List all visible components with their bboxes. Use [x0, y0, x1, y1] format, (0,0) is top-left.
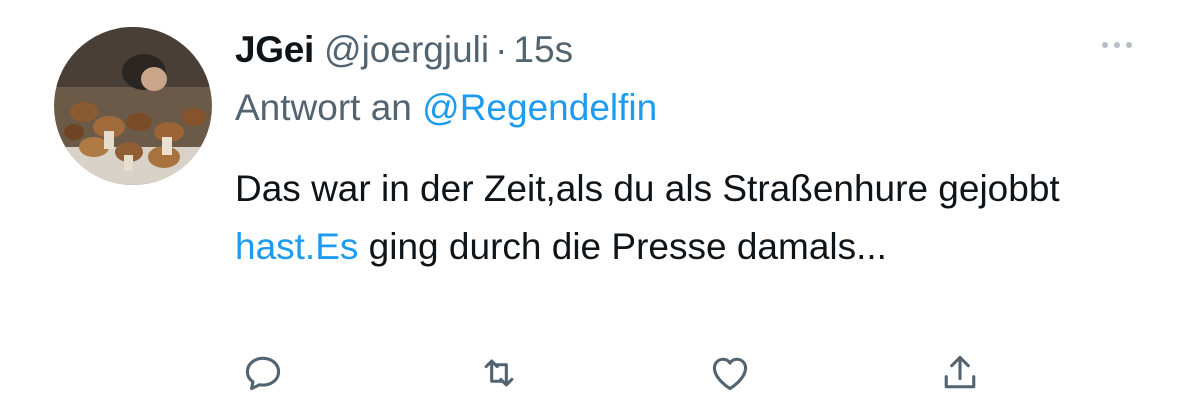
reply-mention-link[interactable]: @Regendelfin [422, 87, 657, 128]
retweet-button[interactable] [474, 350, 524, 396]
retweet-icon [484, 359, 514, 387]
share-icon [944, 355, 976, 389]
like-icon [712, 357, 748, 391]
avatar[interactable] [54, 27, 212, 185]
more-icon [1114, 42, 1120, 48]
reply-context: Antwort an @Regendelfin [235, 87, 657, 129]
reply-button[interactable] [238, 350, 288, 396]
tweet: JGei @joergjuli · 15s Antwort an @Regend… [0, 0, 1200, 403]
tweet-text: Das war in der Zeit,als du als Straßenhu… [235, 160, 1115, 276]
like-button[interactable] [705, 350, 755, 396]
tweet-text-part1: Das war in der Zeit,als du als Straßenhu… [235, 168, 1060, 209]
tweet-text-part2: ging durch die Presse damals... [358, 226, 887, 267]
share-button[interactable] [935, 350, 985, 396]
tweet-header: JGei @joergjuli · 15s [235, 24, 573, 76]
more-button[interactable] [1092, 30, 1142, 60]
reply-prefix: Antwort an [235, 87, 412, 128]
separator-dot: · [495, 29, 508, 70]
avatar-image [54, 27, 212, 185]
more-icon [1126, 42, 1132, 48]
timestamp[interactable]: 15s [513, 29, 573, 71]
display-name[interactable]: JGei [235, 29, 314, 71]
more-icon [1102, 42, 1108, 48]
reply-icon [245, 356, 281, 391]
user-handle[interactable]: @joergjuli [324, 29, 489, 71]
tweet-text-link[interactable]: hast.Es [235, 226, 358, 267]
